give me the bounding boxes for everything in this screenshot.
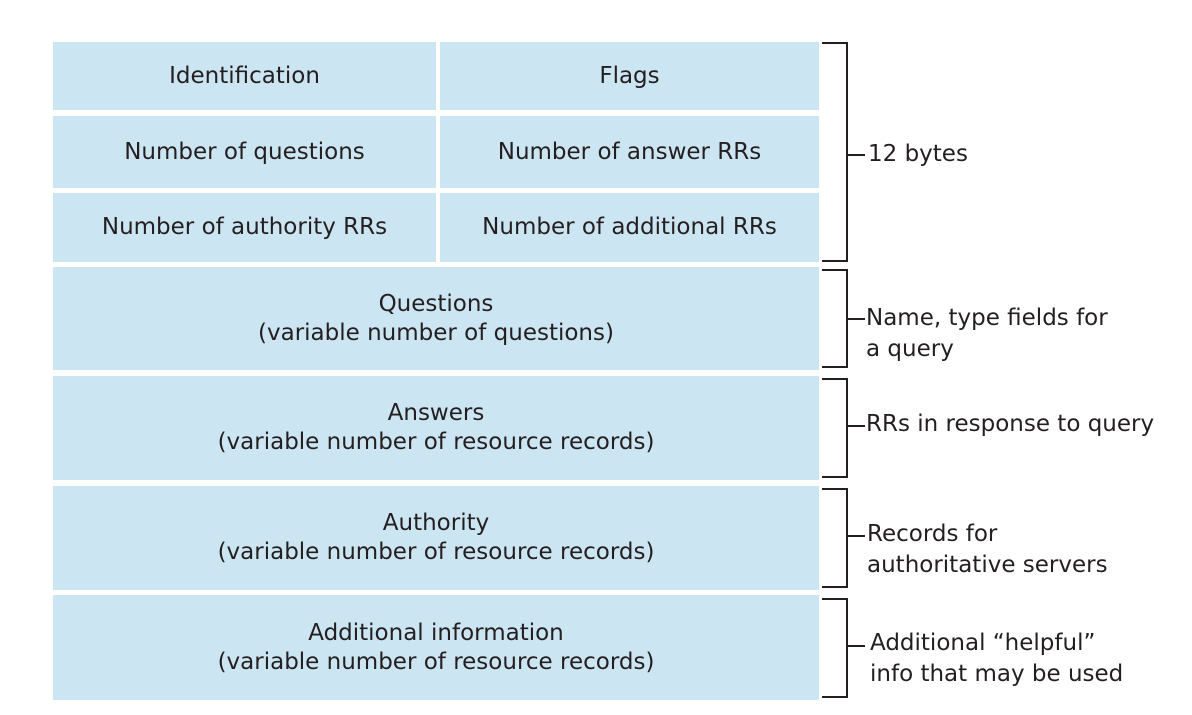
annotation-line: Additional “helpful” xyxy=(870,630,1096,656)
bracket-tick xyxy=(847,318,865,320)
bracket-tick xyxy=(847,154,865,156)
annotation-authority: Records for authoritative servers xyxy=(867,519,1108,581)
section-title: Questions xyxy=(378,290,494,317)
field-identification: Identification xyxy=(53,42,436,110)
field-num-authority-rrs: Number of authority RRs xyxy=(53,193,436,262)
section-additional: Additional information (variable number o… xyxy=(53,595,819,700)
field-label: Number of additional RRs xyxy=(482,214,777,240)
section-subtitle: (variable number of resource records) xyxy=(217,648,655,675)
section-subtitle: (variable number of resource records) xyxy=(217,429,655,455)
section-answers: Answers (variable number of resource reco… xyxy=(53,376,819,480)
field-label: Number of authority RRs xyxy=(101,214,388,240)
annotation-additional: Additional “helpful” info that may be use… xyxy=(870,628,1123,690)
annotation-line: Name, type fields for xyxy=(866,305,1108,331)
annotation-12-bytes: 12 bytes xyxy=(868,141,968,167)
field-label: Number of answer RRs xyxy=(497,138,762,165)
section-title: Additional information xyxy=(308,619,564,646)
section-title: Authority xyxy=(382,510,490,536)
annotation-questions: Name, type fields for a query xyxy=(866,303,1108,365)
annotation-line: a query xyxy=(866,336,954,362)
field-label: Identification xyxy=(169,62,320,89)
bracket-additional xyxy=(822,598,848,698)
section-subtitle: (variable number of resource records) xyxy=(217,539,655,565)
section-questions: Questions (variable number of questions) xyxy=(53,267,819,370)
annotation-line: RRs in response to query xyxy=(866,411,1155,437)
bracket-authority xyxy=(822,488,848,588)
section-subtitle: (variable number of questions) xyxy=(258,319,614,346)
bracket-header xyxy=(822,42,848,262)
section-authority: Authority (variable number of resource re… xyxy=(53,486,819,590)
bracket-tick xyxy=(847,535,865,537)
field-num-answer-rrs: Number of answer RRs xyxy=(440,116,819,188)
annotation-answers: RRs in response to query xyxy=(866,409,1154,440)
field-num-questions: Number of questions xyxy=(53,116,436,188)
bracket-answers xyxy=(822,378,848,478)
bracket-tick xyxy=(847,645,865,647)
section-title: Answers xyxy=(387,400,485,426)
annotation-line: info that may be used xyxy=(870,661,1124,687)
bracket-questions xyxy=(822,269,848,368)
field-label: Number of questions xyxy=(124,138,365,165)
field-flags: Flags xyxy=(440,42,819,110)
annotation-line: Records for xyxy=(867,521,998,547)
field-num-additional-rrs: Number of additional RRs xyxy=(440,193,819,262)
bracket-tick xyxy=(847,425,865,427)
field-label: Flags xyxy=(599,62,660,89)
annotation-line: authoritative servers xyxy=(867,552,1108,578)
